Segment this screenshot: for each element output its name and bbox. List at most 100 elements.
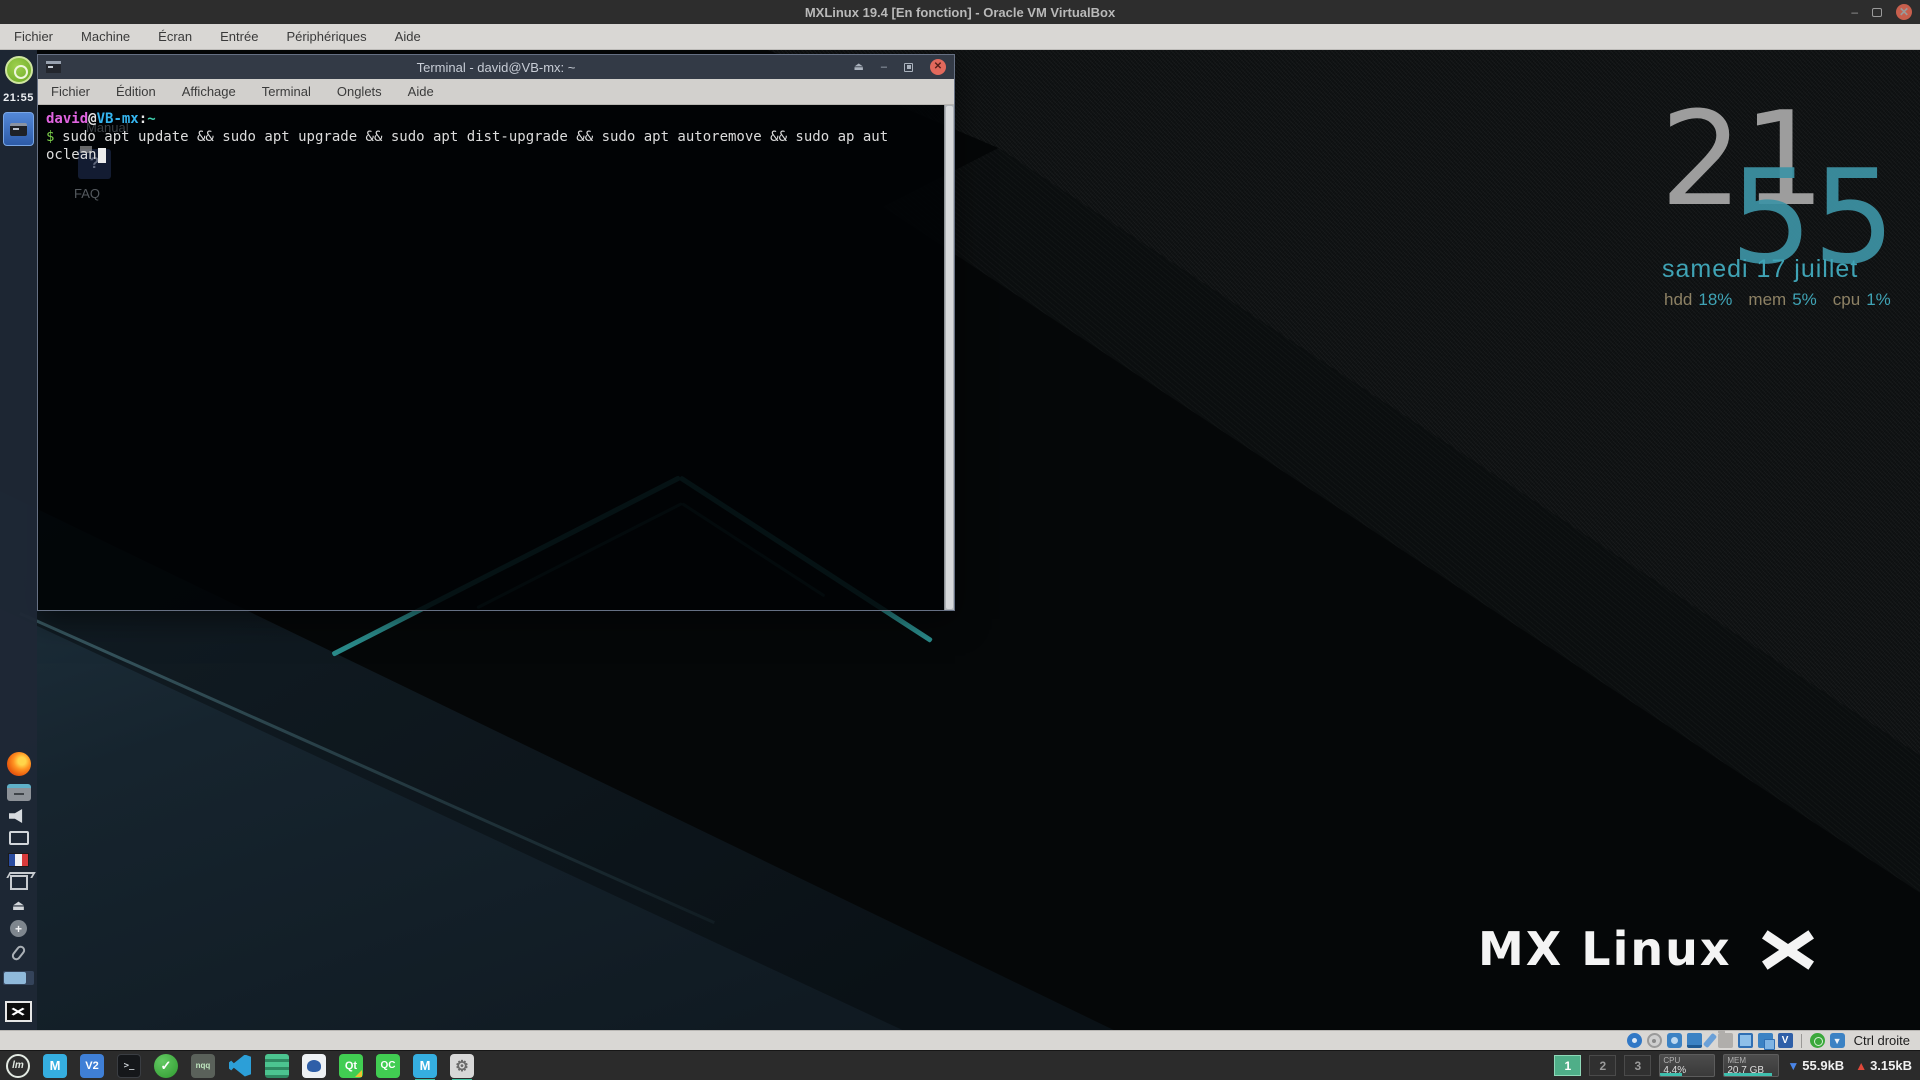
vscode-icon[interactable] xyxy=(228,1054,252,1078)
update-manager-icon[interactable]: ✓ xyxy=(154,1054,178,1078)
stat-mem-label: mem xyxy=(1748,290,1786,309)
desktop-icon-faq-label: FAQ xyxy=(74,185,100,203)
keyboard-layout-fr-icon[interactable] xyxy=(8,853,29,867)
stat-cpu-label: cpu xyxy=(1833,290,1860,309)
recording-icon[interactable] xyxy=(1758,1033,1773,1048)
mx-window-button[interactable]: M xyxy=(413,1054,437,1078)
prompt-line: david@VB-mx:~ xyxy=(46,110,946,128)
hdd-icon[interactable] xyxy=(1627,1033,1642,1048)
updates-icon[interactable]: + xyxy=(10,920,27,937)
package-installer-icon[interactable] xyxy=(7,784,31,801)
menu-machine[interactable]: Machine xyxy=(81,29,130,44)
terminal-launcher-icon[interactable]: >_ xyxy=(117,1054,141,1078)
qt-creator-icon[interactable]: QC xyxy=(376,1054,400,1078)
maximize-icon[interactable] xyxy=(904,63,913,72)
cpu-label: CPU xyxy=(1663,1056,1680,1065)
command-line: $sudo apt update && sudo apt upgrade && … xyxy=(46,128,946,146)
mx-logo-text: MX Linux xyxy=(1478,922,1732,976)
stat-hdd-value: 18% xyxy=(1698,290,1732,309)
terminal-titlebar[interactable]: Terminal - david@VB-mx: ~ ⏏ – ✕ xyxy=(38,55,954,79)
menu-aide[interactable]: Aide xyxy=(395,29,421,44)
taskbutton-terminal[interactable] xyxy=(3,112,34,146)
virtualbox-menubar: Fichier Machine Écran Entrée Périphériqu… xyxy=(0,24,1920,50)
workspace-pager[interactable] xyxy=(3,971,34,985)
menu-ecran[interactable]: Écran xyxy=(158,29,192,44)
host-taskbar: lm M V2 >_ ✓ nqq Qt QC M ⚙ 1 2 3 CPU 4.4… xyxy=(0,1050,1920,1080)
vm-screen: 21 55 samedi 17 juillet hdd18%mem5%cpu1%… xyxy=(0,50,1920,1030)
upload-arrow-icon: ▲ xyxy=(1855,1059,1867,1073)
terminal-content[interactable]: Manual ? FAQ david@VB-mx:~ $sudo apt upd… xyxy=(38,105,954,610)
virtualbox-window-title: MXLinux 19.4 [En fonction] - Oracle VM V… xyxy=(805,5,1115,20)
maximize-icon[interactable] xyxy=(1872,8,1882,17)
audio-icon[interactable] xyxy=(1667,1033,1682,1048)
command-wrap-text: oclean xyxy=(46,147,97,163)
menu-peripheriques[interactable]: Périphériques xyxy=(286,29,366,44)
screen: MXLinux 19.4 [En fonction] - Oracle VM V… xyxy=(0,0,1920,1080)
xkill-button[interactable]: ✕ xyxy=(5,1001,32,1022)
conky-clock: 21 55 samedi 17 juillet hdd18%mem5%cpu1% xyxy=(1650,94,1920,354)
notepadqq-icon[interactable]: nqq xyxy=(191,1054,215,1078)
optical-drive-icon[interactable] xyxy=(1647,1033,1662,1048)
mem-monitor[interactable]: MEM 20.7 GB xyxy=(1723,1054,1779,1077)
stat-mem-value: 5% xyxy=(1792,290,1817,309)
mouse-integration-icon[interactable] xyxy=(1810,1033,1825,1048)
menu-entree[interactable]: Entrée xyxy=(220,29,258,44)
statusbar-separator xyxy=(1801,1034,1802,1048)
workspace-3[interactable]: 3 xyxy=(1624,1055,1651,1076)
mx-app-icon[interactable]: M xyxy=(43,1054,67,1078)
workspace-1[interactable]: 1 xyxy=(1554,1055,1581,1076)
display-icon[interactable] xyxy=(9,831,29,845)
shade-icon[interactable]: ⏏ xyxy=(853,62,863,73)
pgadmin-icon[interactable] xyxy=(302,1054,326,1078)
cpu-monitor[interactable]: CPU 4.4% xyxy=(1659,1054,1715,1077)
tmenu-aide[interactable]: Aide xyxy=(408,84,434,99)
minimize-icon[interactable]: – xyxy=(881,62,887,73)
command-text: sudo apt update && sudo apt upgrade && s… xyxy=(62,129,888,145)
package-box-icon[interactable] xyxy=(10,875,28,890)
network-speed: ▼ 55.9kB ▲ 3.15kB xyxy=(1787,1058,1912,1073)
stat-cpu-value: 1% xyxy=(1866,290,1891,309)
host-key-label: Ctrl droite xyxy=(1854,1033,1910,1048)
firefox-icon[interactable] xyxy=(7,752,31,776)
stacer-icon[interactable] xyxy=(265,1054,289,1078)
close-icon[interactable]: ✕ xyxy=(930,59,946,75)
virtualbox-statusbar: V ▼ Ctrl droite xyxy=(0,1030,1920,1050)
mx-logo-x-icon xyxy=(1758,926,1816,972)
scrollbar-thumb[interactable] xyxy=(946,106,953,609)
network-icon[interactable] xyxy=(1687,1033,1702,1048)
mem-label: MEM xyxy=(1727,1056,1746,1065)
tmenu-onglets[interactable]: Onglets xyxy=(337,84,382,99)
panel-clock: 21:55 xyxy=(3,92,34,104)
settings-window-button[interactable]: ⚙ xyxy=(450,1054,474,1078)
terminal-scrollbar[interactable] xyxy=(944,105,954,610)
shared-folders-icon[interactable] xyxy=(1718,1033,1733,1048)
display-icon[interactable] xyxy=(1738,1033,1753,1048)
terminal-icon xyxy=(10,123,27,136)
mx-updater-icon[interactable] xyxy=(5,56,33,84)
eject-icon[interactable]: ⏏ xyxy=(12,898,25,912)
qt-designer-icon[interactable]: Qt xyxy=(339,1054,363,1078)
tmenu-edition[interactable]: Édition xyxy=(116,84,156,99)
stat-hdd-label: hdd xyxy=(1664,290,1692,309)
text-cursor xyxy=(98,148,106,163)
keyboard-capture-icon[interactable]: ▼ xyxy=(1830,1033,1845,1048)
upload-speed: 3.15kB xyxy=(1870,1058,1912,1073)
clipboard-icon[interactable] xyxy=(14,945,23,961)
minimize-icon[interactable]: – xyxy=(1851,6,1858,18)
volume-icon[interactable] xyxy=(9,809,29,823)
tmenu-terminal[interactable]: Terminal xyxy=(262,84,311,99)
workspace-2[interactable]: 2 xyxy=(1589,1055,1616,1076)
tmenu-affichage[interactable]: Affichage xyxy=(182,84,236,99)
v2-app-icon[interactable]: V2 xyxy=(80,1054,104,1078)
usb-icon[interactable] xyxy=(1703,1033,1717,1048)
conky-date: samedi 17 juillet xyxy=(1662,255,1858,284)
terminal-menubar: Fichier Édition Affichage Terminal Ongle… xyxy=(38,79,954,105)
mint-menu-button[interactable]: lm xyxy=(6,1054,30,1078)
virtualbox-titlebar[interactable]: MXLinux 19.4 [En fonction] - Oracle VM V… xyxy=(0,0,1920,24)
download-arrow-icon: ▼ xyxy=(1787,1059,1799,1073)
features-icon[interactable]: V xyxy=(1778,1033,1793,1048)
close-icon[interactable]: ✕ xyxy=(1896,4,1912,20)
menu-fichier[interactable]: Fichier xyxy=(14,29,53,44)
tmenu-fichier[interactable]: Fichier xyxy=(51,84,90,99)
mx-linux-logo: MX Linux xyxy=(1478,922,1816,976)
